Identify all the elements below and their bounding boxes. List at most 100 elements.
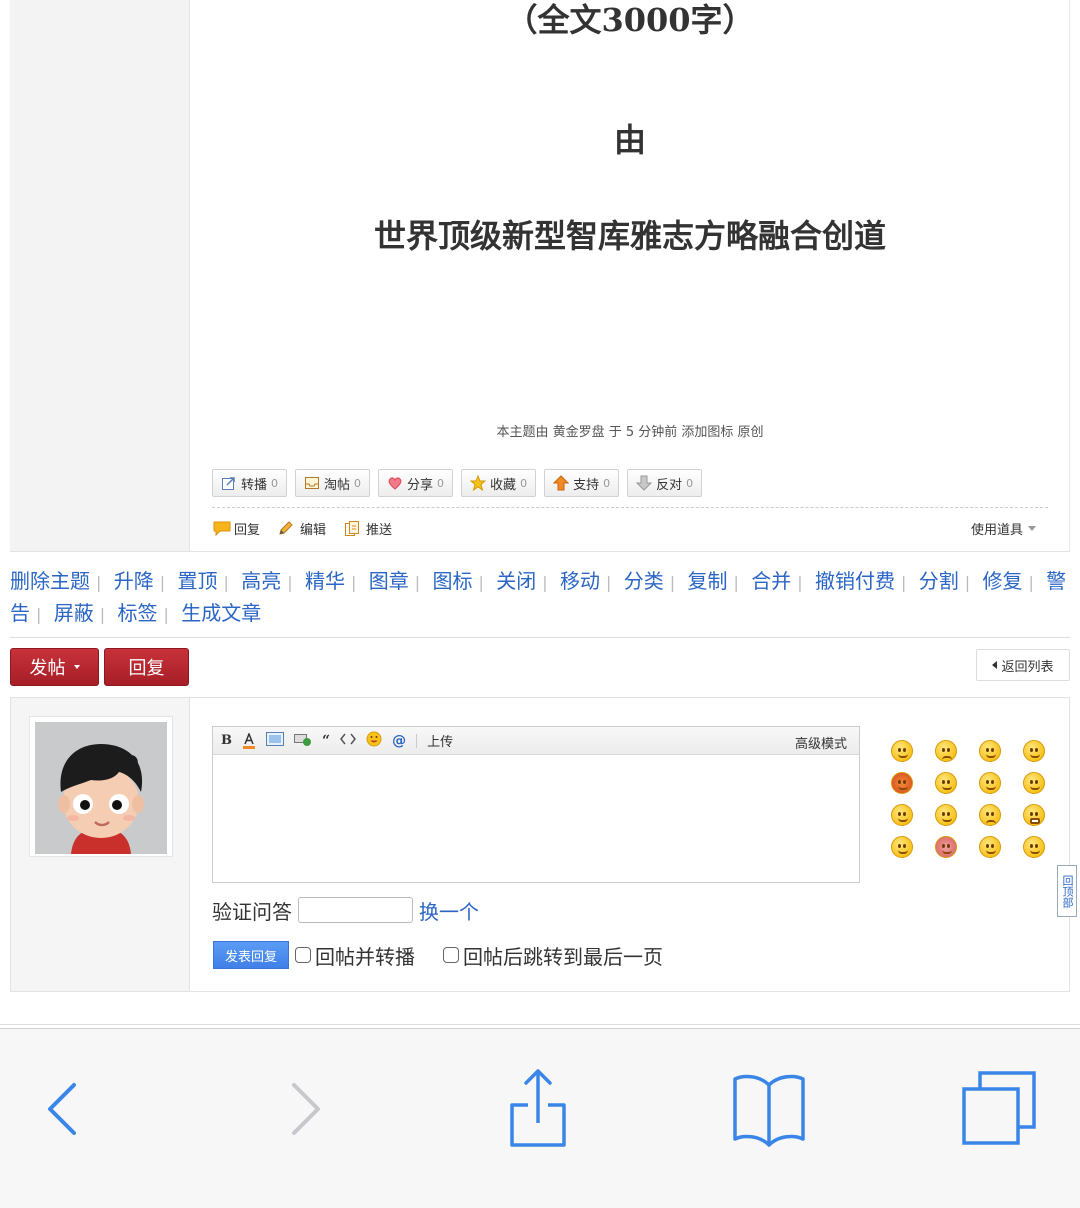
image-icon[interactable] xyxy=(266,731,284,750)
jump-to-last-page-checkbox[interactable] xyxy=(443,947,459,963)
mod-bump[interactable]: 升降 xyxy=(114,569,154,593)
smiley-icon[interactable] xyxy=(979,836,1001,858)
smiley-icon[interactable] xyxy=(1023,804,1045,826)
mod-close[interactable]: 关闭 xyxy=(496,569,536,593)
reply-button[interactable]: 回复 xyxy=(104,648,189,686)
smiley-icon[interactable] xyxy=(891,740,913,762)
back-to-top-button[interactable]: 回顶部 xyxy=(1057,865,1077,917)
smiley-icon[interactable] xyxy=(891,836,913,858)
post-author-title: 世界顶级新型智库雅志方略融合创道 xyxy=(373,217,886,255)
quick-reply-box: B “ @ 上传 高级模式 验证问答 换一个 发表回复 回帖并转播 回帖后跳转到… xyxy=(10,697,1070,992)
submit-reply-button[interactable]: 发表回复 xyxy=(213,941,289,969)
tabs-button[interactable] xyxy=(960,1069,1040,1149)
edit-link[interactable]: 编辑 xyxy=(278,519,326,538)
verify-label: 验证问答 xyxy=(212,899,292,924)
change-question-link[interactable]: 换一个 xyxy=(419,896,479,925)
back-to-list-button[interactable]: 返回列表 xyxy=(976,649,1070,681)
advanced-mode-link[interactable]: 高级模式 xyxy=(795,733,847,752)
smiley-panel xyxy=(891,740,1061,858)
mod-icon[interactable]: 图标 xyxy=(433,569,473,593)
quote-icon[interactable]: “ xyxy=(322,733,330,749)
mod-generate-article[interactable]: 生成文章 xyxy=(181,601,261,625)
smiley-icon[interactable] xyxy=(891,772,913,794)
mod-merge[interactable]: 合并 xyxy=(751,569,791,593)
verify-answer-input[interactable] xyxy=(298,897,413,923)
smiley-icon[interactable] xyxy=(935,740,957,762)
jump-to-last-page-label: 回帖后跳转到最后一页 xyxy=(463,944,663,969)
mod-ban[interactable]: 屏蔽 xyxy=(54,601,94,625)
smiley-icon[interactable] xyxy=(1023,836,1045,858)
divider xyxy=(0,1024,1080,1025)
mod-tags[interactable]: 标签 xyxy=(118,601,158,625)
mod-copy[interactable]: 复制 xyxy=(688,569,728,593)
share-button[interactable]: 分享 0 xyxy=(378,469,454,497)
post: （全文3000字） 由 世界顶级新型智库雅志方略融合创道 本主题由 黄金罗盘 于… xyxy=(10,0,1070,552)
caret-down-icon xyxy=(1028,526,1036,531)
mod-repair[interactable]: 修复 xyxy=(983,569,1023,593)
link-icon[interactable] xyxy=(294,732,312,750)
mod-category[interactable]: 分类 xyxy=(624,569,664,593)
smiley-icon[interactable] xyxy=(979,772,1001,794)
smiley-icon[interactable] xyxy=(935,836,957,858)
avatar[interactable] xyxy=(35,722,167,854)
back-icon xyxy=(48,1083,76,1135)
bold-icon[interactable]: B xyxy=(221,733,232,748)
smiley-icon[interactable] xyxy=(979,740,1001,762)
at-icon[interactable]: @ xyxy=(392,733,406,749)
forward-button[interactable]: 转播 0 xyxy=(212,469,288,497)
mod-split[interactable]: 分割 xyxy=(919,569,959,593)
forward-icon xyxy=(292,1083,320,1135)
mod-delete-thread[interactable]: 删除主题 xyxy=(10,569,90,593)
browser-toolbar xyxy=(0,1028,1080,1208)
smiley-icon[interactable] xyxy=(935,772,957,794)
editor-toolbar: B “ @ 上传 xyxy=(213,727,859,755)
mod-stick[interactable]: 置顶 xyxy=(178,569,218,593)
bookmarks-icon xyxy=(733,1074,805,1147)
smiley-icon[interactable] xyxy=(891,804,913,826)
smiley-icon[interactable] xyxy=(366,731,382,751)
post-tool-row: 回复 编辑 推送 使用道具 xyxy=(212,517,1048,539)
smiley-icon[interactable] xyxy=(935,804,957,826)
divider xyxy=(10,637,1070,638)
smiley-icon[interactable] xyxy=(979,804,1001,826)
smiley-icon[interactable] xyxy=(1023,772,1045,794)
forward-icon xyxy=(221,475,237,491)
toolbar-separator xyxy=(416,733,418,748)
upload-button[interactable]: 上传 xyxy=(427,731,453,750)
star-icon xyxy=(469,474,487,492)
back-button[interactable] xyxy=(24,1069,104,1149)
forward-nav-button[interactable] xyxy=(264,1069,344,1149)
font-color-icon[interactable] xyxy=(242,732,256,749)
code-icon[interactable] xyxy=(340,732,357,750)
new-post-button[interactable]: 发帖 xyxy=(10,648,99,686)
post-author-column xyxy=(10,0,190,551)
mod-highlight[interactable]: 高亮 xyxy=(241,569,281,593)
verify-row: 验证问答 换一个 xyxy=(212,895,479,925)
smiley-icon[interactable] xyxy=(1023,740,1045,762)
use-tools-dropdown[interactable]: 使用道具 xyxy=(971,519,1036,538)
mod-digest[interactable]: 精华 xyxy=(305,569,345,593)
reply-textarea[interactable] xyxy=(213,756,859,882)
oppose-button[interactable]: 反对 0 xyxy=(627,469,703,497)
tray-icon xyxy=(304,475,320,491)
mod-cancel-payment[interactable]: 撤销付费 xyxy=(815,569,895,593)
submit-row: 发表回复 回帖并转播 回帖后跳转到最后一页 xyxy=(213,940,685,970)
share-sheet-button[interactable] xyxy=(498,1069,578,1149)
reply-author-column xyxy=(11,698,190,991)
reply-link[interactable]: 回复 xyxy=(212,519,260,538)
favorite-button[interactable]: 收藏 0 xyxy=(461,469,537,497)
pencil-icon xyxy=(278,520,294,536)
divider xyxy=(212,507,1048,508)
share-icon xyxy=(510,1069,566,1147)
avatar-frame xyxy=(29,716,173,857)
caret-down-icon xyxy=(73,665,80,669)
mod-stamp[interactable]: 图章 xyxy=(369,569,409,593)
collect-thread-button[interactable]: 淘帖 0 xyxy=(295,469,371,497)
up-arrow-icon xyxy=(552,475,570,491)
mod-move[interactable]: 移动 xyxy=(560,569,600,593)
forward-after-reply-checkbox[interactable] xyxy=(295,947,311,963)
push-link[interactable]: 推送 xyxy=(344,519,392,538)
bookmarks-button[interactable] xyxy=(729,1069,809,1149)
support-button[interactable]: 支持 0 xyxy=(544,469,620,497)
post-action-row: 转播 0 淘帖 0 分享 0 收藏 0 支持 0 反对 0 xyxy=(212,469,703,497)
